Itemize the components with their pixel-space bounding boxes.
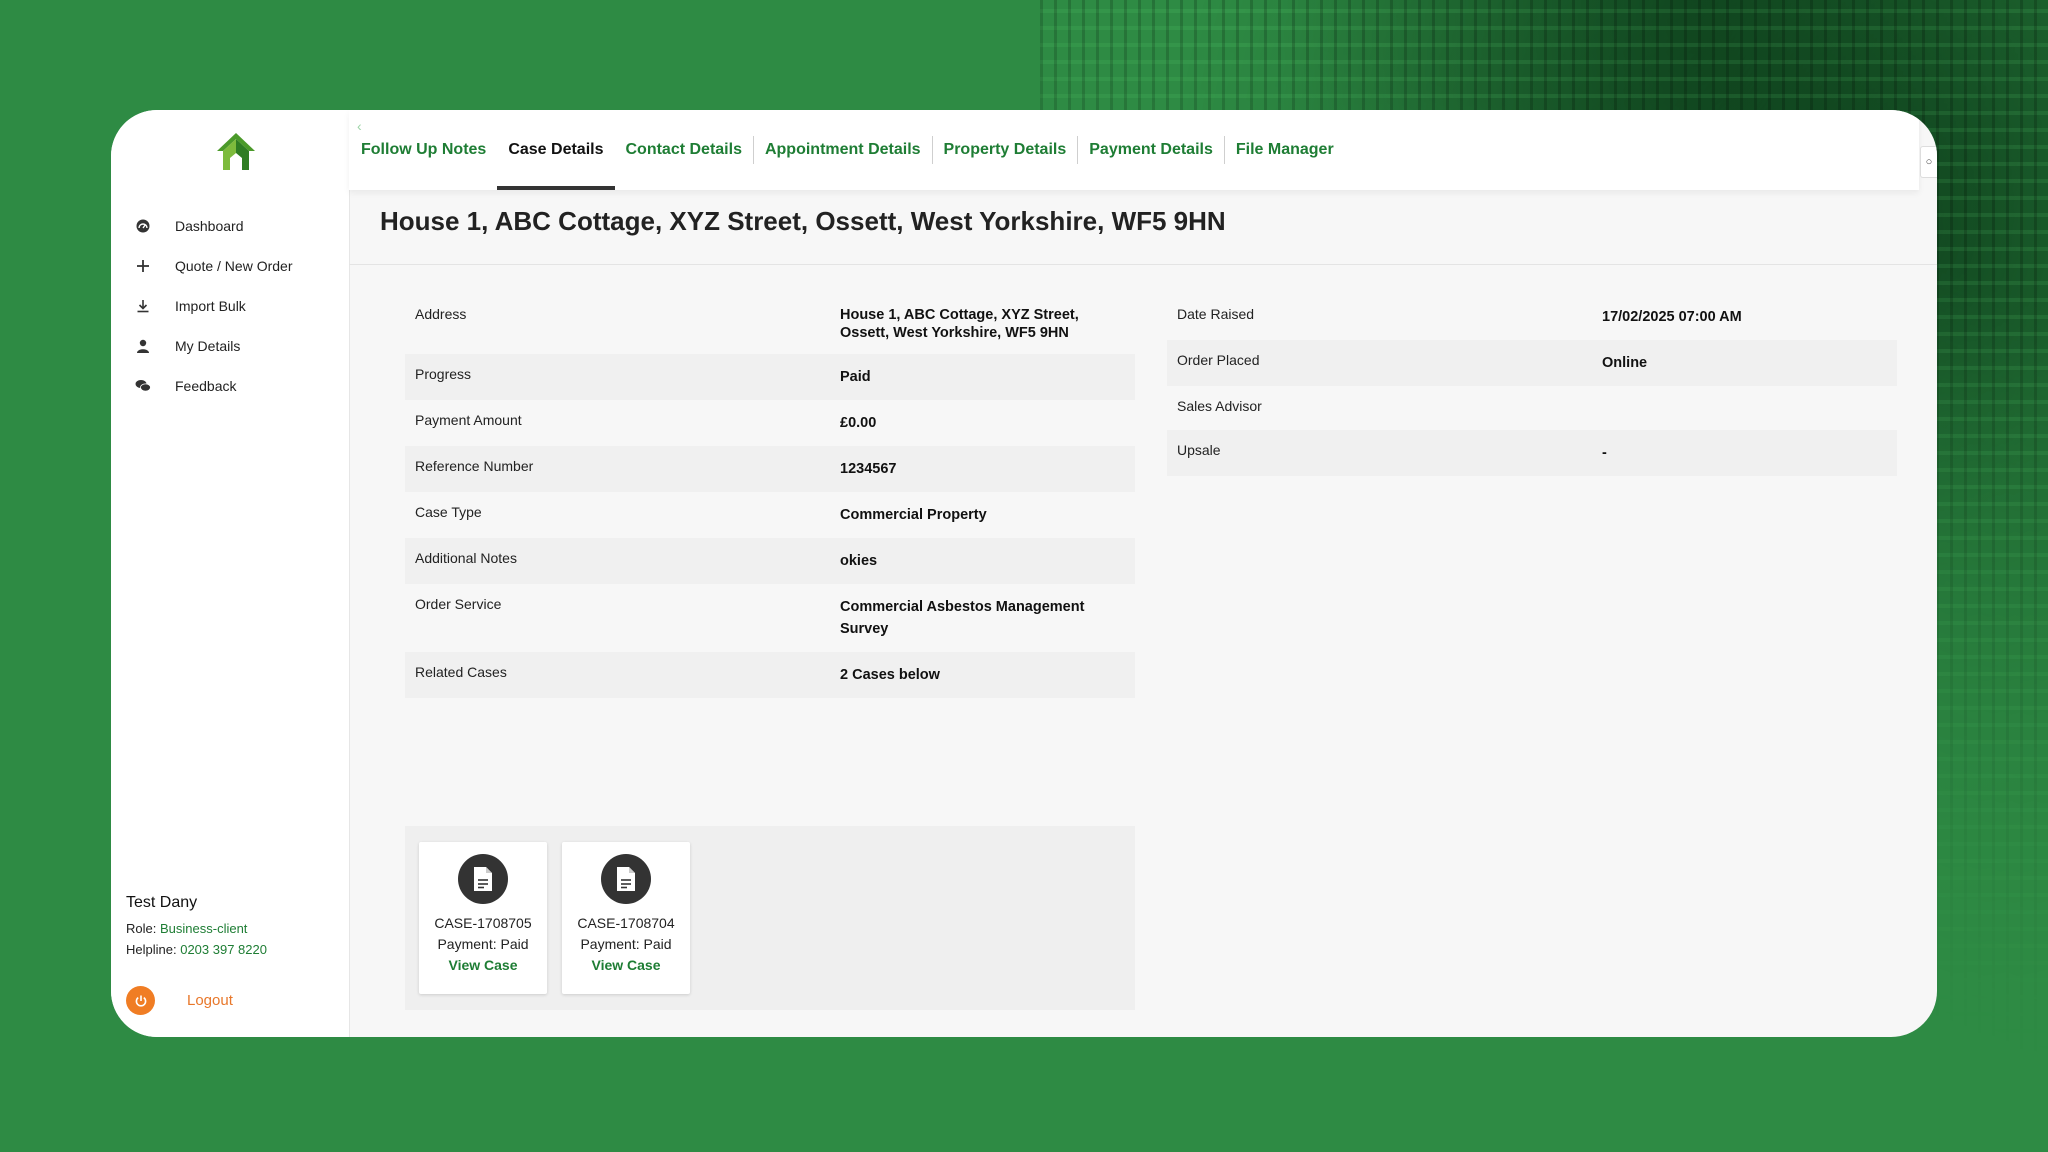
view-case-link[interactable]: View Case <box>562 955 690 976</box>
detail-row-reference-number: Reference Number 1234567 <box>405 446 1135 492</box>
tab-follow-up-notes[interactable]: Follow Up Notes <box>349 110 497 190</box>
case-payment-status: Payment: Paid <box>437 936 529 952</box>
case-details-table: Address House 1, ABC Cottage, XYZ Street… <box>405 294 1135 698</box>
detail-value: okies <box>840 553 878 569</box>
detail-value: Online <box>1602 355 1648 371</box>
sidebar: Dashboard Quote / New Order Import Bulk … <box>111 110 350 1037</box>
sidebar-item-label: Import Bulk <box>175 298 246 314</box>
case-id: CASE-1708705 <box>434 915 532 931</box>
detail-key: Case Type <box>415 504 482 520</box>
detail-row-related-cases: Related Cases 2 Cases below <box>405 652 1135 698</box>
user-role: Role: Business-client <box>126 918 346 939</box>
detail-value: 1234567 <box>840 461 897 477</box>
power-icon <box>126 986 155 1015</box>
helpline-label: Helpline: <box>126 942 177 957</box>
view-case-link[interactable]: View Case <box>419 955 547 976</box>
detail-key: Order Service <box>415 596 502 612</box>
detail-key: Upsale <box>1177 442 1221 458</box>
detail-value: Paid <box>840 369 871 385</box>
detail-key: Additional Notes <box>415 550 517 566</box>
sidebar-item-label: My Details <box>175 338 241 354</box>
main-content: ‹ Follow Up Notes Case Details Contact D… <box>349 110 1937 1037</box>
detail-value: Commercial Property <box>840 507 987 523</box>
tab-property-details[interactable]: Property Details <box>933 110 1078 190</box>
sidebar-item-label: Quote / New Order <box>175 258 293 274</box>
sidebar-item-label: Dashboard <box>175 218 244 234</box>
chat-toggle-icon[interactable]: ○ <box>1920 146 1937 178</box>
plus-icon <box>134 257 152 275</box>
tabs: Follow Up Notes Case Details Contact Det… <box>349 110 1345 190</box>
tab-case-details[interactable]: Case Details <box>497 110 615 190</box>
helpline-value[interactable]: 0203 397 8220 <box>180 942 267 957</box>
document-icon <box>601 854 651 904</box>
detail-value: Commercial Asbestos Management Survey <box>840 599 1085 637</box>
role-value: Business-client <box>159 921 248 936</box>
case-id: CASE-1708704 <box>577 915 675 931</box>
user-icon <box>134 337 152 355</box>
user-name: Test Dany <box>126 894 198 911</box>
chat-icon <box>134 377 152 395</box>
detail-row-progress: Progress Paid <box>405 354 1135 400</box>
dashboard-icon <box>134 217 152 235</box>
user-helpline: Helpline: 0203 397 8220 <box>126 939 346 960</box>
detail-row-case-type: Case Type Commercial Property <box>405 492 1135 538</box>
detail-value: £0.00 <box>840 415 877 431</box>
related-case-card: CASE-1708705 Payment: Paid View Case <box>419 842 547 994</box>
detail-row-order-service: Order Service Commercial Asbestos Manage… <box>405 584 1135 652</box>
related-cases-panel: CASE-1708705 Payment: Paid View Case CAS… <box>405 826 1135 1010</box>
document-icon <box>458 854 508 904</box>
tab-contact-details[interactable]: Contact Details <box>615 110 753 190</box>
detail-row-upsale: Upsale - <box>1167 430 1897 476</box>
divider <box>349 264 1937 265</box>
sidebar-nav: Dashboard Quote / New Order Import Bulk … <box>111 206 349 406</box>
detail-row-additional-notes: Additional Notes okies <box>405 538 1135 584</box>
logout-label: Logout <box>187 992 233 1009</box>
case-payment-status: Payment: Paid <box>580 936 672 952</box>
tab-payment-details[interactable]: Payment Details <box>1078 110 1224 190</box>
detail-value: 17/02/2025 07:00 AM <box>1602 309 1742 325</box>
sidebar-item-import-bulk[interactable]: Import Bulk <box>111 286 349 326</box>
house-logo-icon[interactable] <box>214 130 258 174</box>
user-info: Test Dany Role: Business-client Helpline… <box>126 894 346 960</box>
detail-value: House 1, ABC Cottage, XYZ Street, Ossett… <box>840 307 1079 341</box>
tab-file-manager[interactable]: File Manager <box>1225 110 1345 190</box>
detail-key: Order Placed <box>1177 352 1260 368</box>
detail-row-order-placed: Order Placed Online <box>1167 340 1897 386</box>
sidebar-item-my-details[interactable]: My Details <box>111 326 349 366</box>
detail-key: Sales Advisor <box>1177 398 1262 414</box>
detail-key: Payment Amount <box>415 412 522 428</box>
sidebar-item-label: Feedback <box>175 378 237 394</box>
role-label: Role: <box>126 921 157 936</box>
sidebar-item-feedback[interactable]: Feedback <box>111 366 349 406</box>
sidebar-item-quote-new-order[interactable]: Quote / New Order <box>111 246 349 286</box>
detail-row-date-raised: Date Raised 17/02/2025 07:00 AM <box>1167 294 1897 340</box>
detail-key: Date Raised <box>1177 306 1255 322</box>
related-case-card: CASE-1708704 Payment: Paid View Case <box>562 842 690 994</box>
detail-row-payment-amount: Payment Amount £0.00 <box>405 400 1135 446</box>
detail-value: 2 Cases below <box>840 667 940 683</box>
detail-key: Reference Number <box>415 458 534 474</box>
app-window: Dashboard Quote / New Order Import Bulk … <box>111 110 1937 1037</box>
tab-bar: ‹ Follow Up Notes Case Details Contact D… <box>349 110 1919 190</box>
case-meta-table: Date Raised 17/02/2025 07:00 AM Order Pl… <box>1167 294 1897 476</box>
detail-row-address: Address House 1, ABC Cottage, XYZ Street… <box>405 294 1135 354</box>
detail-key: Progress <box>415 366 472 382</box>
logout-button[interactable]: Logout <box>126 986 233 1015</box>
download-icon <box>134 297 152 315</box>
detail-row-sales-advisor: Sales Advisor <box>1167 386 1897 430</box>
detail-key: Related Cases <box>415 664 507 680</box>
sidebar-item-dashboard[interactable]: Dashboard <box>111 206 349 246</box>
detail-key: Address <box>415 306 467 322</box>
page-title: House 1, ABC Cottage, XYZ Street, Ossett… <box>380 206 1226 236</box>
tab-appointment-details[interactable]: Appointment Details <box>754 110 932 190</box>
detail-value: - <box>1602 445 1607 461</box>
